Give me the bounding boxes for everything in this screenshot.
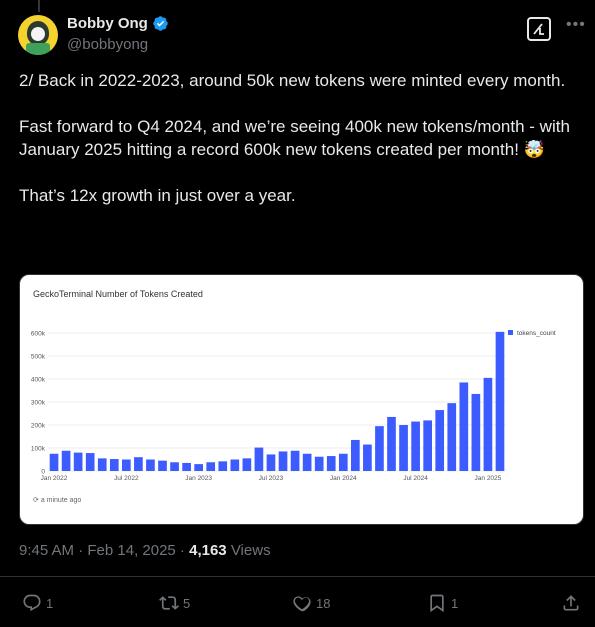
divider xyxy=(0,576,595,577)
chart-bar xyxy=(278,451,288,471)
chart-bar xyxy=(242,458,252,471)
y-tick-label: 500k xyxy=(31,354,46,361)
chart-bar xyxy=(122,459,131,471)
chart-bar xyxy=(182,462,191,471)
views-count: 4,163 xyxy=(189,542,227,559)
chart-bar xyxy=(85,453,95,471)
author-name-row[interactable]: Bobby Ong xyxy=(67,15,169,32)
chart-bar xyxy=(218,461,228,471)
chart-bar xyxy=(447,403,457,471)
chart-bar xyxy=(375,426,384,471)
chart-bar xyxy=(73,452,83,471)
share-icon xyxy=(563,595,579,611)
reply-icon xyxy=(23,594,41,612)
chart-bar xyxy=(146,459,155,471)
chart-bar xyxy=(254,447,264,471)
y-tick-label: 400k xyxy=(31,377,46,384)
x-tick-label: Jan 2023 xyxy=(185,475,212,482)
y-tick-label: 300k xyxy=(31,400,46,407)
legend-swatch xyxy=(508,330,513,335)
chart-image-card[interactable]: GeckoTerminal Number of Tokens Created 0… xyxy=(19,274,584,525)
chart-bar xyxy=(158,460,167,471)
grok-icon xyxy=(533,23,544,35)
chart-bar xyxy=(363,444,372,471)
chart-bar xyxy=(459,382,469,471)
chart-bar xyxy=(302,453,312,471)
bar-chart: 0100k200k300k400k500k600kJan 2022 Jul 202… xyxy=(31,330,556,482)
thread-connector-line xyxy=(38,0,40,12)
x-tick-label: Jan 2022 xyxy=(41,475,68,482)
chart-bar xyxy=(61,450,71,471)
x-tick-label: Jan 2025 xyxy=(475,475,502,482)
chart-bar xyxy=(435,410,445,471)
share-button[interactable] xyxy=(561,593,581,613)
chart-bar xyxy=(290,450,300,471)
chart-bar xyxy=(134,457,143,471)
chart-bar xyxy=(338,453,348,471)
chart-bar xyxy=(351,439,360,471)
chart-bar xyxy=(109,459,119,471)
tweet-meta: 9:45 AM · Feb 14, 2025 · 4,163 Views xyxy=(19,542,271,559)
chart-bar xyxy=(170,462,179,471)
y-tick-label: 100k xyxy=(31,446,46,453)
chart-bar xyxy=(471,393,481,471)
heart-icon xyxy=(293,596,311,612)
avatar[interactable] xyxy=(18,15,58,55)
chart-bar xyxy=(206,462,216,471)
x-tick-label: Jul 2022 xyxy=(114,475,139,482)
chart-bar xyxy=(387,416,396,471)
like-count: 18 xyxy=(316,595,331,611)
x-tick-label: Jul 2023 xyxy=(259,475,284,482)
chart-bar xyxy=(495,331,505,471)
tweet-timestamp[interactable]: 9:45 AM · Feb 14, 2025 · xyxy=(19,542,189,559)
author-handle[interactable]: @bobbyong xyxy=(67,36,148,53)
chart-bar xyxy=(49,453,59,471)
bookmark-button[interactable]: 1 xyxy=(427,593,458,613)
chart-bar xyxy=(230,459,240,471)
chart-timestamp-text: a minute ago xyxy=(40,497,82,504)
reply-count: 1 xyxy=(46,595,54,611)
penguin-face xyxy=(31,27,45,41)
x-tick-label: Jan 2024 xyxy=(330,475,357,482)
chart-timestamp: ⟳ a minute ago xyxy=(33,496,81,504)
chart-bar xyxy=(423,420,432,471)
refresh-icon: ⟳ xyxy=(33,497,41,504)
tweet-text: 2/ Back in 2022-2023, around 50k new tok… xyxy=(19,71,570,205)
author-display-name[interactable]: Bobby Ong xyxy=(67,15,148,32)
x-tick-label: Jul 2024 xyxy=(403,475,428,482)
y-tick-label: 200k xyxy=(31,423,46,430)
chart-bar xyxy=(411,421,420,471)
chart-bar xyxy=(314,456,324,471)
verified-badge-icon xyxy=(153,16,168,31)
repost-icon xyxy=(159,596,179,610)
action-bar: 1 5 18 1 xyxy=(0,585,595,621)
chart-bar xyxy=(483,377,493,471)
chart-bar xyxy=(194,464,203,471)
like-button[interactable]: 18 xyxy=(292,593,330,613)
chart-bar xyxy=(266,454,276,471)
views-label: Views xyxy=(226,542,271,559)
chart-bar xyxy=(97,458,107,471)
grok-button[interactable] xyxy=(527,17,551,41)
bookmark-icon xyxy=(430,594,444,613)
penguin-scarf xyxy=(26,43,50,55)
chart-bar xyxy=(399,425,408,471)
more-options-button[interactable]: ••• xyxy=(566,16,586,34)
repost-button[interactable]: 5 xyxy=(159,593,190,613)
legend-label: tokens_count xyxy=(517,330,556,337)
reply-button[interactable]: 1 xyxy=(22,593,53,613)
repost-count: 5 xyxy=(183,595,191,611)
chart-bar xyxy=(326,456,336,471)
bookmark-count: 1 xyxy=(451,595,459,611)
y-tick-label: 600k xyxy=(31,331,46,338)
